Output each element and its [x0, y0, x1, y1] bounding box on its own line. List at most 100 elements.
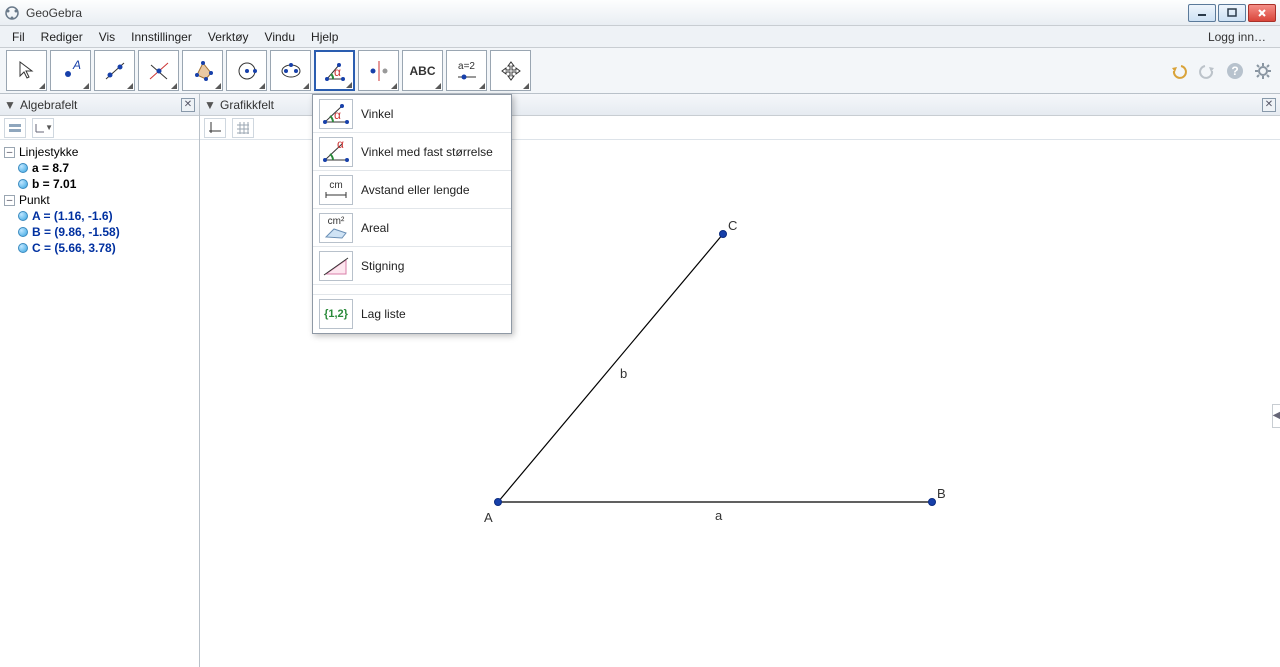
menu-vis[interactable]: Vis — [91, 26, 123, 47]
dropdown-label: Areal — [361, 221, 389, 235]
grid-toggle[interactable] — [232, 118, 254, 138]
toolbar: A α ABC a=2 — [0, 48, 1280, 94]
algebra-panel-close[interactable]: ✕ — [181, 98, 195, 112]
algebra-panel-title: Algebrafelt — [20, 98, 77, 112]
dropdown-item-areal[interactable]: cm² Areal — [313, 209, 511, 247]
visibility-dot-icon[interactable] — [18, 163, 28, 173]
slope-icon — [319, 251, 353, 281]
maximize-button[interactable] — [1218, 4, 1246, 22]
svg-text:α: α — [334, 65, 341, 79]
dropdown-label: Vinkel med fast størrelse — [361, 145, 493, 159]
dropdown-label: Vinkel — [361, 107, 393, 121]
dropdown-item-avstand[interactable]: cm Avstand eller lengde — [313, 171, 511, 209]
visibility-dot-icon[interactable] — [18, 211, 28, 221]
dropdown-label: Avstand eller lengde — [361, 183, 470, 197]
angle-fixed-icon: α — [319, 137, 353, 167]
algebra-subbar: ▼ — [0, 116, 199, 140]
titlebar: GeoGebra — [0, 0, 1280, 26]
minimize-button[interactable] — [1188, 4, 1216, 22]
tree-item-label: b = 7.01 — [32, 177, 76, 191]
text-tool[interactable]: ABC — [402, 50, 443, 91]
tree-item-label: C = (5.66, 3.78) — [32, 241, 116, 255]
point-label-a: A — [484, 510, 493, 525]
tree-item[interactable]: A = (1.16, -1.6) — [0, 208, 199, 224]
dropdown-separator — [313, 285, 511, 295]
graphics-panel-close[interactable]: ✕ — [1262, 98, 1276, 112]
dropdown-label: Lag liste — [361, 307, 406, 321]
dropdown-item-stigning[interactable]: Stigning — [313, 247, 511, 285]
chevron-down-icon: ▼ — [4, 99, 16, 111]
tree-group[interactable]: – Punkt — [0, 192, 199, 208]
distance-icon: cm — [319, 175, 353, 205]
point-c[interactable] — [719, 230, 727, 238]
menu-fil[interactable]: Fil — [4, 26, 33, 47]
dropdown-label: Stigning — [361, 259, 404, 273]
redo-button[interactable] — [1196, 60, 1218, 82]
point-a[interactable] — [494, 498, 502, 506]
ellipse-tool[interactable] — [270, 50, 311, 91]
svg-text:α: α — [337, 140, 344, 151]
tree-group-label: Punkt — [19, 193, 50, 207]
point-label-b: B — [937, 486, 946, 501]
algebra-panel-header[interactable]: ▼ Algebrafelt ✕ — [0, 94, 199, 116]
svg-text:α: α — [334, 108, 341, 122]
login-link[interactable]: Logg inn… — [1198, 26, 1276, 47]
line-tool[interactable] — [94, 50, 135, 91]
side-panel-handle[interactable]: ◀ — [1272, 404, 1280, 428]
move-tool[interactable] — [6, 50, 47, 91]
app-title: GeoGebra — [26, 6, 82, 20]
svg-text:?: ? — [1231, 64, 1238, 78]
algebra-panel: ▼ Algebrafelt ✕ ▼ – Linjestykke a = 8.7 … — [0, 94, 200, 667]
close-button[interactable] — [1248, 4, 1276, 22]
algebra-view-mode-1[interactable] — [4, 118, 26, 138]
angle-tool-dropdown: α Vinkel α Vinkel med fast størrelse cm … — [312, 94, 512, 334]
dropdown-item-vinkel-fast[interactable]: α Vinkel med fast størrelse — [313, 133, 511, 171]
point-label-c: C — [728, 218, 737, 233]
collapse-icon[interactable]: – — [4, 147, 15, 158]
dropdown-item-vinkel[interactable]: α Vinkel — [313, 95, 511, 133]
svg-text:A: A — [72, 59, 81, 72]
list-icon: {1,2} — [319, 299, 353, 329]
help-icon[interactable]: ? — [1224, 60, 1246, 82]
settings-icon[interactable] — [1252, 60, 1274, 82]
perpendicular-tool[interactable] — [138, 50, 179, 91]
menu-vindu[interactable]: Vindu — [257, 26, 303, 47]
collapse-icon[interactable]: – — [4, 195, 15, 206]
circle-tool[interactable] — [226, 50, 267, 91]
algebra-view-mode-2[interactable]: ▼ — [32, 118, 54, 138]
polygon-tool[interactable] — [182, 50, 223, 91]
visibility-dot-icon[interactable] — [18, 227, 28, 237]
algebra-tree: – Linjestykke a = 8.7 b = 7.01 – Punkt A… — [0, 140, 199, 260]
tree-item[interactable]: a = 8.7 — [0, 160, 199, 176]
app-icon — [4, 5, 20, 21]
menubar: Fil Rediger Vis Innstillinger Verktøy Vi… — [0, 26, 1280, 48]
slider-tool[interactable]: a=2 — [446, 50, 487, 91]
text-tool-label: ABC — [410, 64, 436, 78]
menu-innstillinger[interactable]: Innstillinger — [123, 26, 200, 47]
dropdown-item-lag-liste[interactable]: {1,2} Lag liste — [313, 295, 511, 333]
visibility-dot-icon[interactable] — [18, 243, 28, 253]
tree-item[interactable]: B = (9.86, -1.58) — [0, 224, 199, 240]
undo-button[interactable] — [1168, 60, 1190, 82]
tree-group-label: Linjestykke — [19, 145, 78, 159]
angle-icon: α — [319, 99, 353, 129]
tree-item[interactable]: C = (5.66, 3.78) — [0, 240, 199, 256]
reflect-tool[interactable] — [358, 50, 399, 91]
chevron-down-icon: ▼ — [204, 99, 216, 111]
move-view-tool[interactable] — [490, 50, 531, 91]
slider-tool-label: a=2 — [458, 61, 475, 72]
menu-verktoy[interactable]: Verktøy — [200, 26, 257, 47]
tree-item[interactable]: b = 7.01 — [0, 176, 199, 192]
point-tool[interactable]: A — [50, 50, 91, 91]
menu-hjelp[interactable]: Hjelp — [303, 26, 346, 47]
segment-label-b: b — [620, 366, 627, 381]
point-b[interactable] — [928, 498, 936, 506]
tree-group[interactable]: – Linjestykke — [0, 144, 199, 160]
axes-toggle[interactable] — [204, 118, 226, 138]
tree-item-label: B = (9.86, -1.58) — [32, 225, 120, 239]
visibility-dot-icon[interactable] — [18, 179, 28, 189]
menu-rediger[interactable]: Rediger — [33, 26, 91, 47]
angle-tool[interactable]: α — [314, 50, 355, 91]
graphics-panel-title: Grafikkfelt — [220, 98, 274, 112]
area-icon: cm² — [319, 213, 353, 243]
